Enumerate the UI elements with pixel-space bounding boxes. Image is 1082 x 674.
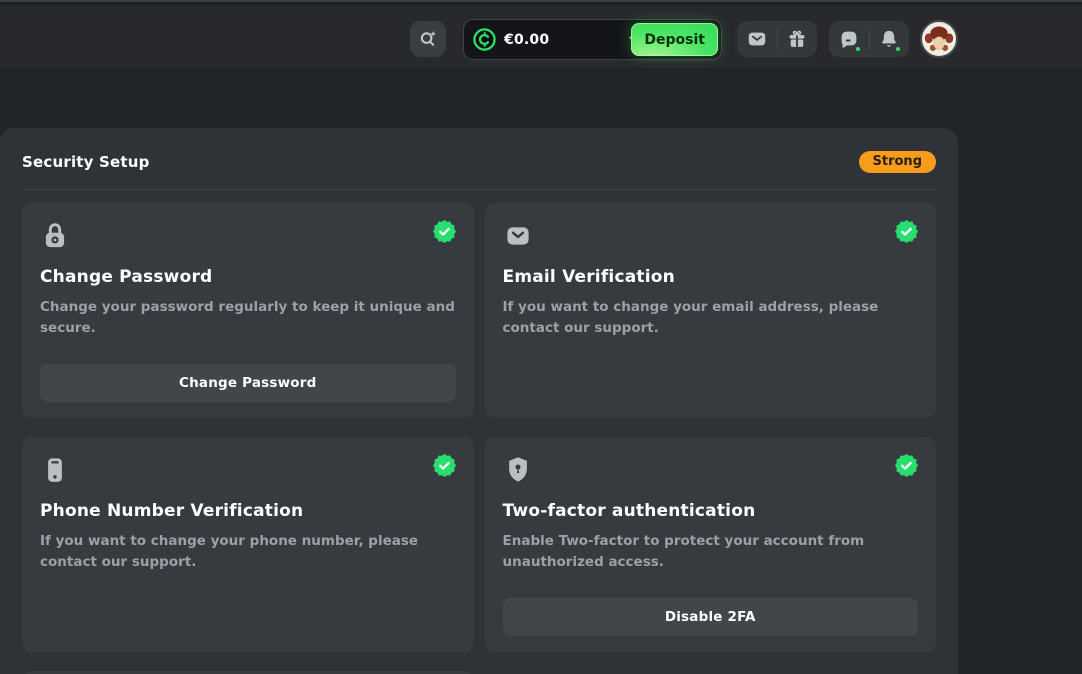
card-description: Enable Two-factor to protect your accoun… bbox=[503, 531, 919, 573]
email-verification-card: Email Verification If you want to change… bbox=[485, 203, 937, 418]
group-divider bbox=[869, 28, 870, 50]
inbox-button[interactable] bbox=[742, 24, 772, 54]
page-title: Security Setup bbox=[22, 153, 150, 171]
chat-notifications-group bbox=[829, 21, 909, 57]
shield-keyhole-icon bbox=[503, 454, 533, 486]
search-sparkle-icon bbox=[417, 28, 439, 50]
notifications-status-dot bbox=[894, 45, 902, 53]
lock-icon bbox=[40, 220, 70, 252]
user-avatar[interactable] bbox=[920, 20, 958, 58]
top-navbar: €0.00 Deposit bbox=[0, 6, 1082, 68]
security-cards-grid: Change Password Change your password reg… bbox=[22, 203, 936, 674]
notifications-button[interactable] bbox=[874, 24, 904, 54]
card-title: Phone Number Verification bbox=[40, 501, 456, 521]
phone-verification-card: Phone Number Verification If you want to… bbox=[22, 437, 474, 652]
card-description: Change your password regularly to keep i… bbox=[40, 297, 456, 339]
chat-button[interactable] bbox=[834, 24, 864, 54]
rewards-button[interactable] bbox=[782, 24, 812, 54]
panel-header: Security Setup Strong bbox=[22, 150, 936, 174]
card-description: If you want to change your email address… bbox=[503, 297, 919, 339]
deposit-button[interactable]: Deposit bbox=[631, 23, 718, 56]
chips-coin-icon bbox=[473, 28, 496, 51]
verified-check-icon bbox=[895, 454, 918, 477]
security-setup-panel: Security Setup Strong bbox=[0, 128, 958, 674]
card-title: Email Verification bbox=[503, 267, 919, 287]
group-divider bbox=[777, 28, 778, 50]
mail-icon bbox=[746, 28, 768, 50]
verified-check-icon bbox=[895, 220, 918, 243]
password-strength-badge: Strong bbox=[859, 151, 936, 173]
change-password-card: Change Password Change your password reg… bbox=[22, 203, 474, 418]
card-title: Two-factor authentication bbox=[503, 501, 919, 521]
chat-status-dot bbox=[854, 45, 862, 53]
envelope-icon bbox=[503, 220, 533, 252]
verified-check-icon bbox=[433, 454, 456, 477]
gift-icon bbox=[786, 28, 808, 50]
search-button[interactable] bbox=[410, 21, 446, 57]
verified-check-icon bbox=[433, 220, 456, 243]
window-top-strip bbox=[0, 0, 1082, 4]
header-divider bbox=[22, 189, 936, 190]
wallet-balance-dropdown[interactable]: €0.00 Deposit bbox=[463, 19, 722, 60]
change-password-button[interactable]: Change Password bbox=[40, 364, 456, 402]
card-description: If you want to change your phone number,… bbox=[40, 531, 456, 573]
disable-2fa-button[interactable]: Disable 2FA bbox=[503, 598, 919, 636]
inbox-rewards-group bbox=[737, 21, 817, 57]
card-title: Change Password bbox=[40, 267, 456, 287]
two-factor-card: Two-factor authentication Enable Two-fac… bbox=[485, 437, 937, 652]
phone-icon bbox=[40, 454, 70, 486]
balance-amount: €0.00 bbox=[504, 32, 549, 48]
